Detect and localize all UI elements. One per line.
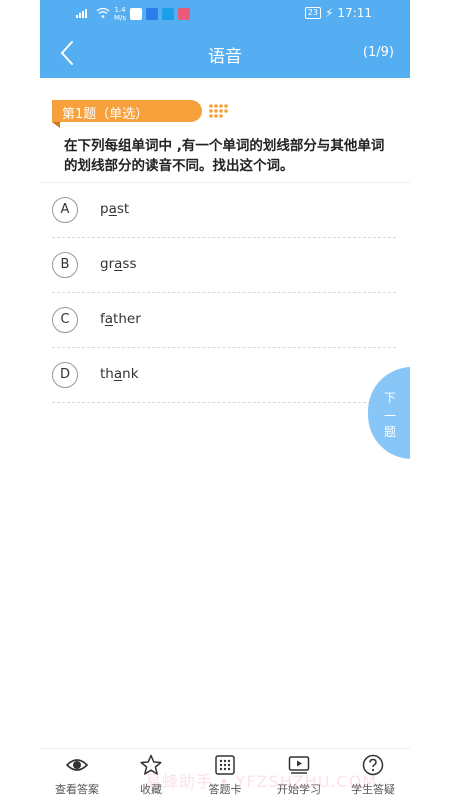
bottom-toolbar: 查看答案 收藏 答题卡 开始学习 学生答疑 [40, 748, 410, 800]
network-speed: 1.4 M/s [114, 6, 127, 22]
question-mark-icon [362, 754, 384, 776]
clock: 17:11 [337, 6, 372, 20]
option-letter: A [52, 197, 78, 223]
tab-view-answer[interactable]: 查看答案 [40, 749, 114, 800]
app-screen: 1.4 M/s 23 ⚡ 17:11 语音 (1/9) 第1题（单选） 在下列每… [40, 0, 410, 800]
status-bar: 1.4 M/s 23 ⚡ 17:11 [40, 0, 410, 28]
option-letter: B [52, 252, 78, 278]
option-a[interactable]: A past [40, 183, 410, 238]
option-c[interactable]: C father [40, 293, 410, 348]
option-b[interactable]: B grass [40, 238, 410, 293]
notification-app-icon [146, 8, 159, 20]
option-word: past [100, 201, 130, 217]
options-list: A past B grass C father D thank [40, 183, 410, 403]
eye-icon [66, 759, 88, 771]
play-video-icon [288, 756, 310, 774]
option-letter: C [52, 307, 78, 333]
option-d[interactable]: D thank [40, 348, 410, 403]
notification-app-icon [162, 8, 175, 20]
tab-student-qa[interactable]: 学生答疑 [336, 749, 410, 800]
question-counter: (1/9) [362, 45, 394, 60]
wifi-icon [96, 7, 110, 21]
battery-icon: 23 [304, 7, 321, 19]
star-icon [140, 754, 162, 775]
notification-app-icon [130, 8, 143, 20]
notification-app-icon [178, 8, 191, 20]
question-type-label: 第1题（单选） [62, 107, 149, 122]
top-bar: 1.4 M/s 23 ⚡ 17:11 语音 (1/9) [40, 0, 410, 78]
signal-icon [76, 8, 92, 21]
grid-card-icon [215, 755, 235, 775]
tab-favorite[interactable]: 收藏 [114, 749, 188, 800]
decorative-dots-icon [209, 104, 228, 118]
option-word: father [100, 311, 141, 327]
page-header: 语音 (1/9) [40, 28, 410, 78]
option-word: thank [100, 366, 139, 382]
charging-icon: ⚡ [324, 6, 334, 20]
option-letter: D [52, 362, 78, 388]
page-title: 语音 [208, 47, 242, 67]
option-word: grass [100, 256, 137, 272]
question-type-banner: 第1题（单选） [52, 100, 228, 128]
question-text: 在下列每组单词中 ,有一个单词的划线部分与其他单词的划线部分的读音不同。找出这个… [64, 138, 385, 174]
tab-start-learning[interactable]: 开始学习 [262, 749, 336, 800]
tab-answer-card[interactable]: 答题卡 [188, 749, 262, 800]
